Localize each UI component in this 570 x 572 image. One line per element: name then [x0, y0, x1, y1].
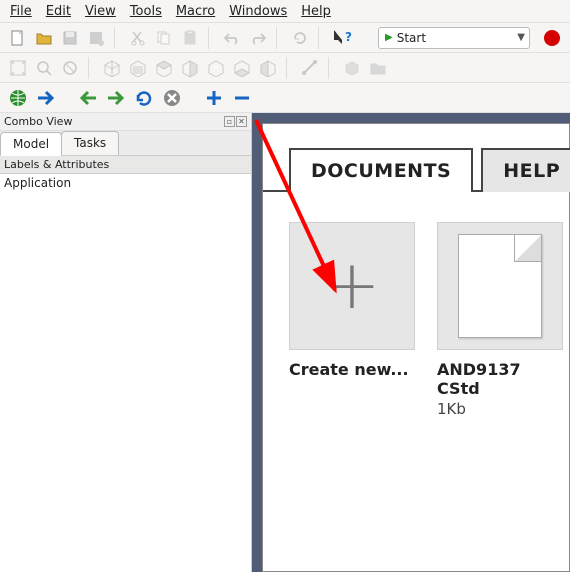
menu-edit[interactable]: Edit [40, 2, 77, 20]
combo-view-panel: Combo View ▫ ✕ Model Tasks Labels & Attr… [0, 113, 252, 572]
save-icon[interactable] [58, 26, 82, 50]
file-icon [458, 234, 542, 338]
recent-file-name: AND9137 CStd [437, 360, 563, 398]
toolbar-web [0, 83, 570, 113]
nav-reload-icon[interactable] [132, 86, 156, 110]
copy-icon[interactable] [152, 26, 176, 50]
startpage-body: + Create new... AND9137 CStd 1Kb [263, 190, 569, 458]
tree-column-header: Labels & Attributes [0, 156, 251, 174]
workbench-label: Start [397, 31, 426, 45]
nav-stop-icon[interactable] [160, 86, 184, 110]
panel-close-icon[interactable]: ✕ [236, 116, 247, 127]
combo-tabstrip: Model Tasks [0, 131, 251, 156]
new-file-icon[interactable] [6, 26, 30, 50]
refresh-icon[interactable] [288, 26, 312, 50]
right-view-icon[interactable] [178, 56, 202, 80]
nav-back-icon[interactable] [76, 86, 100, 110]
menu-view[interactable]: View [79, 2, 122, 20]
create-new-label: Create new... [289, 360, 415, 379]
part-icon[interactable] [340, 56, 364, 80]
tree-item-application[interactable]: Application [0, 174, 251, 192]
menu-windows[interactable]: Windows [223, 2, 293, 20]
menu-macro[interactable]: Macro [170, 2, 221, 20]
toolbar-file: ? ▶ Start ▼ [0, 23, 570, 53]
chevron-down-icon: ▼ [517, 32, 525, 43]
zoom-out-icon[interactable] [230, 86, 254, 110]
startpage-tabs: DOCUMENTS HELP A [263, 124, 569, 192]
zoom-in-icon[interactable] [202, 86, 226, 110]
front-view-icon[interactable] [126, 56, 150, 80]
recent-file-size: 1Kb [437, 400, 563, 418]
panel-float-icon[interactable]: ▫ [224, 116, 235, 127]
tab-documents[interactable]: DOCUMENTS [289, 148, 473, 192]
group-icon[interactable] [366, 56, 390, 80]
main-split: Combo View ▫ ✕ Model Tasks Labels & Attr… [0, 113, 570, 572]
start-page: DOCUMENTS HELP A + Create new... AND9137… [262, 123, 570, 572]
save-as-icon[interactable] [84, 26, 108, 50]
bottom-view-icon[interactable] [230, 56, 254, 80]
create-new-card[interactable]: + Create new... [289, 222, 415, 418]
mdi-area: DOCUMENTS HELP A + Create new... AND9137… [252, 113, 570, 572]
draw-style-icon[interactable] [58, 56, 82, 80]
paste-icon[interactable] [178, 26, 202, 50]
combo-view-title: Combo View [4, 115, 72, 128]
menu-file[interactable]: File [4, 2, 38, 20]
toolbar-view [0, 53, 570, 83]
whatsthis-icon[interactable]: ? [330, 26, 354, 50]
svg-text:?: ? [345, 30, 352, 44]
open-browser-icon[interactable] [34, 86, 58, 110]
recent-file-card[interactable]: AND9137 CStd 1Kb [437, 222, 563, 418]
undo-icon[interactable] [220, 26, 244, 50]
isometric-icon[interactable] [100, 56, 124, 80]
left-view-icon[interactable] [256, 56, 280, 80]
nav-forward-icon[interactable] [104, 86, 128, 110]
fit-selection-icon[interactable] [32, 56, 56, 80]
rear-view-icon[interactable] [204, 56, 228, 80]
menu-tools[interactable]: Tools [124, 2, 168, 20]
open-folder-icon[interactable] [32, 26, 56, 50]
plus-icon: + [324, 252, 381, 320]
tab-help[interactable]: HELP [481, 148, 570, 192]
top-view-icon[interactable] [152, 56, 176, 80]
combo-view-header: Combo View ▫ ✕ [0, 113, 251, 131]
macro-record-icon[interactable] [544, 30, 560, 46]
menubar: File Edit View Tools Macro Windows Help [0, 0, 570, 23]
tab-model[interactable]: Model [0, 132, 62, 156]
cut-icon[interactable] [126, 26, 150, 50]
menu-help[interactable]: Help [295, 2, 337, 20]
workbench-selector[interactable]: ▶ Start ▼ [378, 27, 530, 49]
start-indicator-icon: ▶ [385, 32, 393, 43]
tab-tasks[interactable]: Tasks [61, 131, 119, 155]
redo-icon[interactable] [246, 26, 270, 50]
home-icon[interactable] [6, 86, 30, 110]
measure-distance-icon[interactable] [298, 56, 322, 80]
fit-all-icon[interactable] [6, 56, 30, 80]
